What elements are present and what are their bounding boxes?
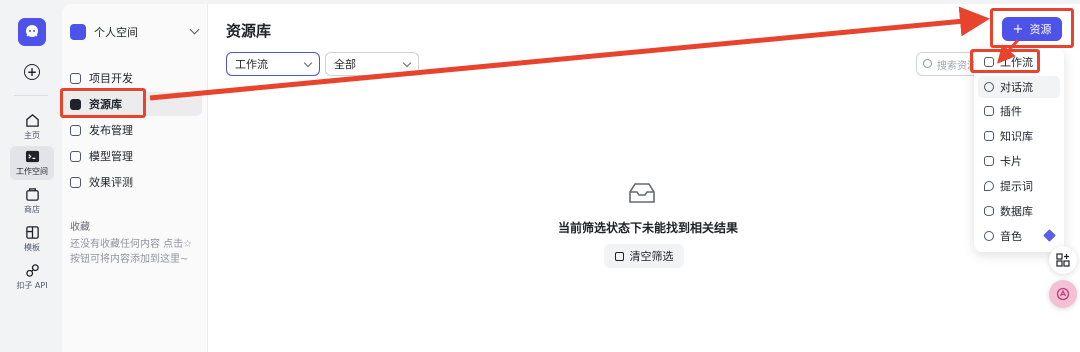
annotation-create-button-highlight [990,8,1074,48]
sidebar: 个人空间 项目开发 资源库 发布管理 模型管理 效果评测 收藏 还没有收藏任何内… [62,4,208,352]
annotation-workflow-highlight [970,49,1040,73]
grid-plus-icon [1056,253,1070,267]
clear-filter-icon [614,251,624,261]
prompt-icon [984,181,994,191]
scope-filter-value: 全部 [334,58,356,71]
terminal-icon [25,150,39,163]
space-switcher[interactable]: 个人空间 [70,20,202,44]
rail-divider [14,95,48,96]
rail-item-store[interactable]: 商店 [10,184,54,218]
annotation-library-highlight [60,88,146,118]
store-icon [25,188,39,201]
menu-item-database[interactable]: 数据库 [978,200,1060,222]
space-name: 个人空间 [94,26,138,39]
menu-item-label: 数据库 [1000,205,1033,218]
menu-item-label: 卡片 [1000,155,1022,168]
sidebar-item-label: 效果评测 [89,176,133,189]
database-icon [984,206,994,216]
chevron-down-icon [402,58,412,68]
rail-label: 模板 [24,243,40,252]
sidebar-item-label: 模型管理 [89,150,133,163]
menu-item-label: 插件 [1000,105,1022,118]
sidebar-item-publish[interactable]: 发布管理 [62,118,202,142]
rail-label: 扣子 API [16,281,48,290]
sidebar-item-models[interactable]: 模型管理 [62,144,202,168]
menu-item-knowledge[interactable]: 知识库 [978,125,1060,147]
voice-icon [984,231,994,241]
chatflow-icon [984,82,994,92]
type-filter-value: 工作流 [235,58,268,71]
favorites-title: 收藏 [70,222,90,233]
clear-filter-label: 清空筛选 [629,250,674,263]
rail-label: 工作空间 [16,167,48,176]
menu-item-label: 提示词 [1000,180,1033,193]
favorites-empty-text: 还没有收藏任何内容 点击☆按钮可将内容添加到这里~ [70,239,193,265]
card-icon [984,156,994,166]
sidebar-item-label: 项目开发 [89,72,133,85]
search-icon [923,59,932,68]
icon-rail: + 主页 工作空间 商店 模板 扣子 API [0,0,62,352]
gauge-icon [70,176,81,188]
rail-item-home[interactable]: 主页 [10,110,54,144]
rail-label: 主页 [24,131,40,140]
type-filter-select[interactable]: 工作流 [226,52,320,76]
create-plus-icon[interactable]: + [24,64,40,80]
menu-item-voice[interactable]: 音色 [978,225,1060,247]
add-widget-button[interactable] [1049,246,1077,274]
knowledge-icon [984,131,994,141]
home-icon [25,114,39,127]
menu-item-chatflow[interactable]: 对话流 [978,76,1060,98]
create-resource-menu: 工作流 对话流 插件 知识库 卡片 提示词 数据库 音色 [974,48,1064,252]
template-icon [25,226,39,239]
rail-item-templates[interactable]: 模板 [10,222,54,256]
rocket-icon [70,124,81,136]
menu-item-label: 对话流 [1000,81,1033,94]
sidebar-item-evaluation[interactable]: 效果评测 [62,170,202,194]
empty-box-icon [629,183,655,203]
rail-item-workspace[interactable]: 工作空间 [10,146,54,180]
translate-button[interactable] [1049,280,1077,308]
cube-icon [70,150,81,162]
translate-icon [1056,287,1070,301]
sidebar-item-projects[interactable]: 项目开发 [62,66,202,90]
menu-item-prompt[interactable]: 提示词 [978,175,1060,197]
page-title: 资源库 [226,22,272,40]
clear-filter-button[interactable]: 清空筛选 [604,244,684,268]
scope-filter-select[interactable]: 全部 [325,52,419,76]
empty-state-text: 当前筛选状态下未能找到相关结果 [557,221,738,235]
menu-item-label: 音色 [1000,230,1022,243]
diamond-vip-icon [1043,229,1056,242]
main-panel: 资源库 工作流 全部 搜索资源 当前筛选状态下未能找到相关结果 清空筛选 [208,4,1080,352]
sidebar-item-label: 发布管理 [89,124,133,137]
plugin-icon [984,106,994,116]
api-icon [25,264,39,277]
app-logo[interactable] [18,18,46,46]
rail-item-api[interactable]: 扣子 API [10,260,54,294]
space-avatar [70,24,86,40]
menu-item-card[interactable]: 卡片 [978,150,1060,172]
menu-item-label: 知识库 [1000,130,1033,143]
chevron-down-icon [303,58,313,68]
menu-item-plugin[interactable]: 插件 [978,100,1060,122]
rail-label: 商店 [24,205,40,214]
project-icon [70,72,81,84]
chevron-down-icon [189,24,200,35]
